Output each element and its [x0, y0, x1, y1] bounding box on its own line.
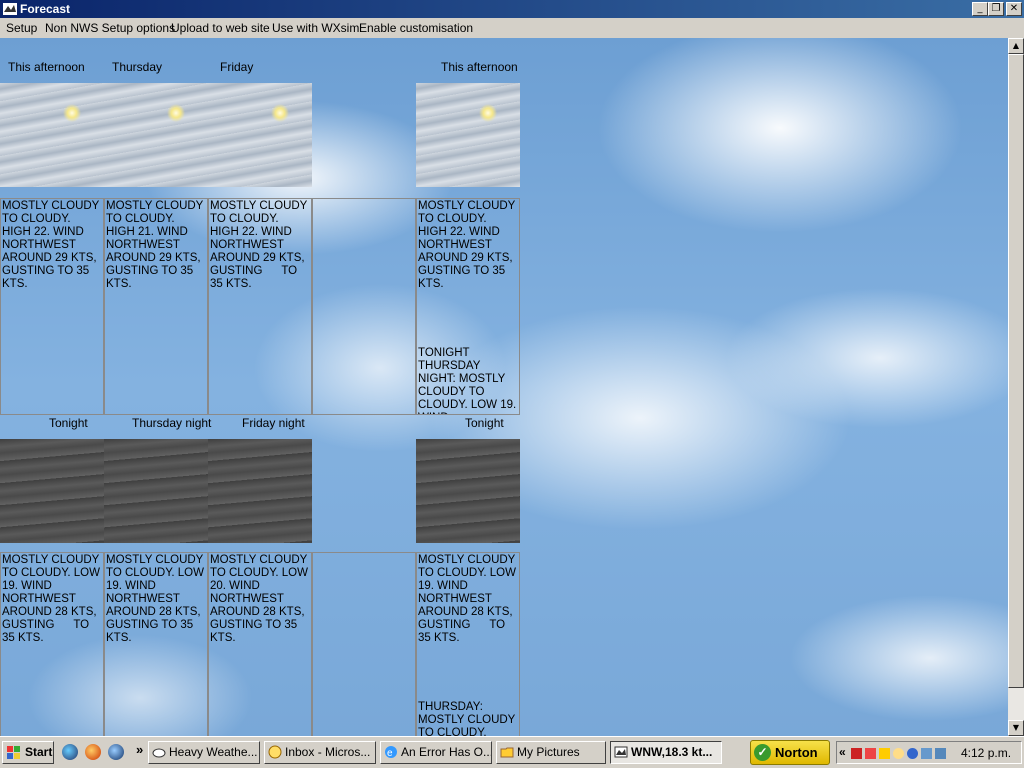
tray-icon-flag[interactable]: [865, 748, 876, 759]
task-label: An Error Has O...: [401, 745, 492, 759]
day-forecast-cell: MOSTLY CLOUDY TO CLOUDY. HIGH 22. WIND N…: [0, 198, 104, 415]
taskbar: Start » Heavy Weathe... Inbox - Micros..…: [0, 736, 1024, 768]
norton-label: Norton: [775, 745, 818, 760]
night-forecast-cell: MOSTLY CLOUDY TO CLOUDY. LOW 19. WIND NO…: [104, 552, 208, 736]
night-label: Friday night: [242, 416, 305, 430]
night-forecast-cell: MOSTLY CLOUDY TO CLOUDY. LOW 19. WIND NO…: [0, 552, 104, 736]
task-label: My Pictures: [517, 745, 580, 759]
day-label: Friday: [220, 60, 254, 74]
task-my-pictures[interactable]: My Pictures: [496, 741, 606, 764]
task-label: Heavy Weathe...: [169, 745, 258, 759]
task-label: WNW,18.3 kt...: [631, 745, 713, 759]
browser-quicklaunch-icon[interactable]: [85, 744, 101, 760]
forecast-text: MOSTLY CLOUDY TO CLOUDY. HIGH 21. WIND N…: [106, 200, 204, 290]
menu-non-nws-setup[interactable]: Non NWS Setup options: [45, 21, 175, 35]
night-label: Tonight: [49, 416, 88, 430]
night-weather-image: [104, 439, 208, 543]
task-heavy-weather[interactable]: Heavy Weathe...: [148, 741, 260, 764]
window-title: Forecast: [20, 2, 71, 16]
svg-text:e: e: [387, 748, 393, 759]
restore-button[interactable]: ❐: [988, 2, 1004, 16]
day-forecast-cell: MOSTLY CLOUDY TO CLOUDY. HIGH 22. WIND N…: [416, 198, 520, 415]
night-label: Thursday night: [132, 416, 212, 430]
scroll-thumb[interactable]: [1008, 54, 1024, 688]
menu-setup[interactable]: Setup: [6, 21, 37, 35]
forecast-text: MOSTLY CLOUDY TO CLOUDY. HIGH 22. WIND N…: [210, 200, 311, 290]
folder-icon: [500, 747, 514, 758]
night-weather-image: [0, 439, 104, 543]
tray-icon-yellow[interactable]: [879, 748, 890, 759]
task-forecast[interactable]: WNW,18.3 kt...: [610, 741, 722, 764]
system-tray: « 4:12 p.m.: [836, 741, 1022, 764]
day-weather-image: [0, 83, 104, 187]
task-label: Inbox - Micros...: [285, 745, 371, 759]
day-forecast-cell: MOSTLY CLOUDY TO CLOUDY. HIGH 22. WIND N…: [208, 198, 312, 415]
night-forecast-cell: MOSTLY CLOUDY TO CLOUDY. LOW 20. WIND NO…: [208, 552, 312, 736]
menu-wxsim[interactable]: Use with WXsim: [272, 21, 359, 35]
close-button[interactable]: ✕: [1006, 2, 1022, 16]
title-bar[interactable]: Forecast _ ❐ ✕: [0, 0, 1024, 18]
menu-customisation[interactable]: Enable customisation: [359, 21, 473, 35]
task-inbox[interactable]: Inbox - Micros...: [264, 741, 376, 764]
day-weather-image: [208, 83, 312, 187]
clock[interactable]: 4:12 p.m.: [961, 746, 1011, 760]
tray-icon-red[interactable]: [851, 748, 862, 759]
tray-chevron[interactable]: «: [839, 745, 846, 759]
day-label: This afternoon: [8, 60, 85, 74]
start-button[interactable]: Start: [2, 741, 54, 764]
app-icon: [3, 3, 17, 15]
forecast-text: MOSTLY CLOUDY TO CLOUDY. HIGH 22. WIND N…: [418, 200, 519, 290]
day-weather-image: [416, 83, 520, 187]
outlook-quicklaunch-icon[interactable]: [108, 744, 124, 760]
tray-icon-network[interactable]: [907, 748, 918, 759]
task-error[interactable]: e An Error Has O...: [380, 741, 492, 764]
empty-forecast-cell: [312, 198, 416, 415]
night-weather-image: [416, 439, 520, 543]
night-weather-image: [208, 439, 312, 543]
forecast-text: MOSTLY CLOUDY TO CLOUDY. LOW 19. WIND NO…: [418, 554, 520, 644]
tray-icon-display[interactable]: [935, 748, 946, 759]
forecast-text: MOSTLY CLOUDY TO CLOUDY. HIGH 22. WIND N…: [2, 200, 103, 290]
forecast-extra-text: THURSDAY: MOSTLY CLOUDY TO CLOUDY. HIGH: [418, 701, 516, 736]
menu-upload[interactable]: Upload to web site: [171, 21, 270, 35]
scroll-up-button[interactable]: ▲: [1008, 38, 1024, 54]
vertical-scrollbar[interactable]: ▲ ▼: [1008, 38, 1024, 736]
day-weather-image: [104, 83, 208, 187]
ie-icon: e: [385, 746, 397, 759]
windows-flag-icon: [7, 746, 20, 759]
forecast-text: MOSTLY CLOUDY TO CLOUDY. LOW 20. WIND NO…: [210, 554, 308, 644]
start-label: Start: [25, 745, 53, 759]
forecast-extra-text: TONIGHT THURSDAY NIGHT: MOSTLY CLOUDY TO…: [418, 347, 517, 414]
forecast-text: MOSTLY CLOUDY TO CLOUDY. LOW 19. WIND NO…: [2, 554, 104, 644]
cloud-icon: [152, 748, 166, 758]
forecast-text: MOSTLY CLOUDY TO CLOUDY. LOW 19. WIND NO…: [106, 554, 208, 644]
day-forecast-cell: MOSTLY CLOUDY TO CLOUDY. HIGH 21. WIND N…: [104, 198, 208, 415]
night-label: Tonight: [465, 416, 504, 430]
day-label: Thursday: [112, 60, 163, 74]
tray-icon-mail[interactable]: [893, 748, 904, 759]
quicklaunch-chevron[interactable]: »: [136, 742, 143, 757]
night-forecast-cell: MOSTLY CLOUDY TO CLOUDY. LOW 19. WIND NO…: [416, 552, 520, 736]
day-label: This afternoon: [441, 60, 518, 74]
menu-bar: Setup Non NWS Setup options Upload to we…: [0, 18, 1024, 38]
empty-forecast-cell: [312, 552, 416, 736]
norton-button[interactable]: ✓ Norton: [750, 740, 830, 765]
checkmark-icon: ✓: [754, 744, 771, 761]
ie-quicklaunch-icon[interactable]: [62, 744, 78, 760]
minimize-button[interactable]: _: [972, 2, 988, 16]
weather-app-icon: [614, 746, 628, 758]
forecast-panel: This afternoon Thursday Friday This afte…: [0, 38, 1008, 736]
tray-icon-monitor[interactable]: [921, 748, 932, 759]
scroll-down-button[interactable]: ▼: [1008, 720, 1024, 736]
inbox-icon: [268, 745, 282, 759]
